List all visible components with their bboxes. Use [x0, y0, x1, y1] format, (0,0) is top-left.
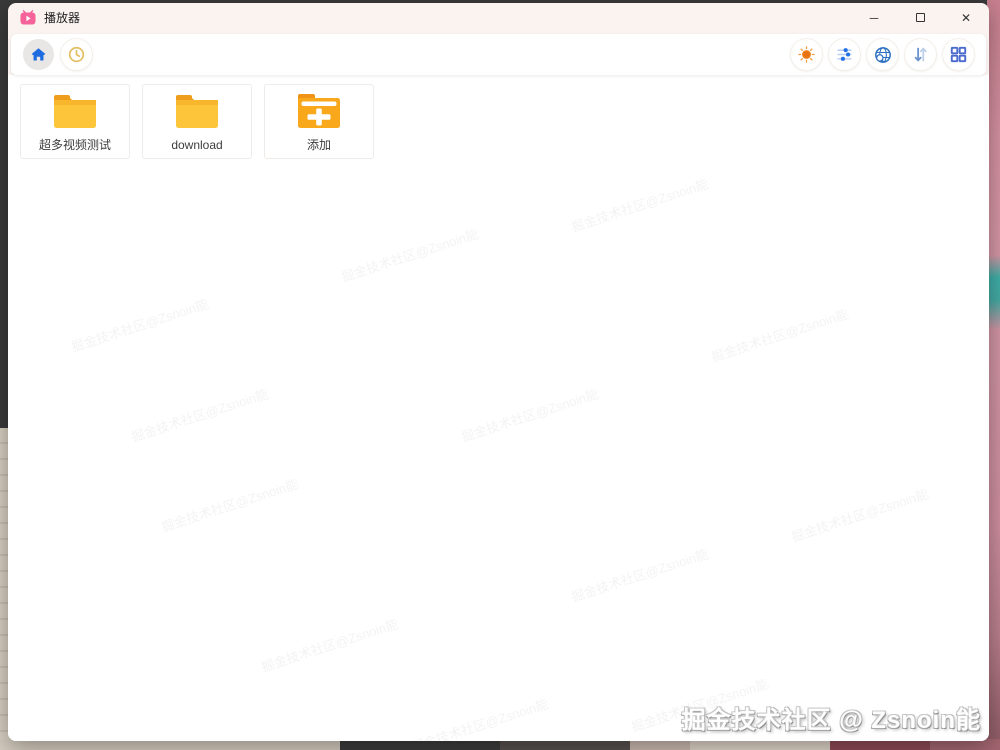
faint-watermark: 掘金技术社区@Zsnoin能 [159, 473, 301, 535]
folder-item[interactable]: download [142, 84, 252, 159]
add-folder-label: 添加 [307, 139, 331, 151]
globe-search-icon [873, 45, 893, 65]
minimize-icon: ─ [870, 11, 879, 25]
faint-watermark: 掘金技术社区@Zsnoin能 [789, 483, 931, 545]
faint-watermark: 掘金技术社区@Zsnoin能 [259, 613, 401, 675]
add-folder-icon [295, 92, 343, 130]
layout-grid-button[interactable] [943, 39, 974, 70]
folder-label: 超多视频测试 [39, 139, 111, 151]
faint-watermark: 掘金技术社区@Zsnoin能 [569, 173, 711, 235]
faint-watermark: 掘金技术社区@Zsnoin能 [69, 293, 211, 355]
history-button[interactable] [61, 39, 92, 70]
titlebar: 播放器 ─ ✕ [8, 3, 989, 32]
sort-arrows-icon [911, 45, 930, 64]
toolbar-left-group [23, 39, 92, 70]
player-app-window: 播放器 ─ ✕ [8, 3, 989, 741]
toolbar [11, 34, 986, 75]
close-button[interactable]: ✕ [943, 3, 989, 32]
home-button[interactable] [23, 39, 54, 70]
folder-grid: 超多视频测试 download 添加 掘金技术社区@Zsnoin能 掘金技术 [8, 75, 989, 741]
close-icon: ✕ [961, 11, 971, 25]
sort-button[interactable] [905, 39, 936, 70]
network-button[interactable] [867, 39, 898, 70]
folder-label: download [171, 139, 222, 151]
faint-watermark: 掘金技术社区@Zsnoin能 [409, 693, 551, 741]
faint-watermark: 掘金技术社区@Zsnoin能 [709, 303, 851, 365]
window-title: 播放器 [44, 9, 80, 26]
window-controls: ─ ✕ [851, 3, 989, 32]
toolbar-right-group [791, 39, 974, 70]
home-icon [30, 46, 47, 63]
sliders-icon [835, 45, 854, 64]
faint-watermark: 掘金技术社区@Zsnoin能 [569, 543, 711, 605]
minimize-button[interactable]: ─ [851, 3, 897, 32]
folder-icon [173, 92, 221, 130]
maximize-icon [916, 13, 925, 22]
theme-button[interactable] [791, 39, 822, 70]
faint-watermark: 掘金技术社区@Zsnoin能 [339, 223, 481, 285]
clock-icon [67, 45, 86, 64]
app-icon [20, 10, 36, 26]
folder-icon [51, 92, 99, 130]
grid-icon [949, 45, 968, 64]
maximize-button[interactable] [897, 3, 943, 32]
community-watermark: 掘金技术社区 @ Zsnoin能 [682, 700, 981, 735]
folder-item[interactable]: 超多视频测试 [20, 84, 130, 159]
sun-icon [797, 45, 816, 64]
add-folder-item[interactable]: 添加 [264, 84, 374, 159]
filter-button[interactable] [829, 39, 860, 70]
faint-watermark: 掘金技术社区@Zsnoin能 [459, 383, 601, 445]
faint-watermark: 掘金技术社区@Zsnoin能 [129, 383, 271, 445]
